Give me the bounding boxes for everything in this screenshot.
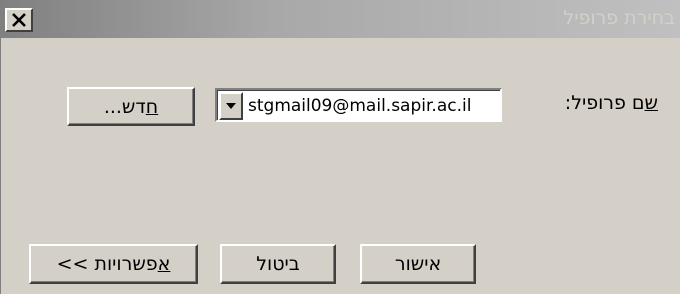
- cancel-button-label: ביטול: [256, 253, 300, 275]
- window-title: בחירת פרופיל: [563, 7, 675, 29]
- chevron-down-icon: [226, 103, 236, 109]
- profile-dialog: בחירת פרופיל שם פרופיל: stgmail09@mail.s…: [0, 0, 680, 294]
- profile-name-label-accel: ש: [644, 92, 658, 114]
- options-button[interactable]: א פשרויות >>: [29, 244, 198, 284]
- new-button-accel: ח: [145, 95, 159, 118]
- profile-name-label-text: ם פרופיל:: [564, 92, 645, 114]
- options-button-label: פשרויות >>: [56, 253, 158, 275]
- close-icon: [12, 13, 26, 27]
- profile-name-label: שם פרופיל:: [565, 92, 658, 114]
- profile-dropdown-button[interactable]: [219, 92, 243, 120]
- new-profile-button[interactable]: ח דש...: [67, 87, 195, 126]
- cancel-button[interactable]: ביטול: [220, 244, 336, 284]
- close-button[interactable]: [5, 8, 33, 32]
- profile-name-select[interactable]: stgmail09@mail.sapir.ac.il: [215, 88, 502, 122]
- profile-name-value: stgmail09@mail.sapir.ac.il: [248, 96, 472, 116]
- options-button-accel: א: [157, 253, 171, 275]
- ok-button-label: אישור: [394, 253, 442, 275]
- ok-button[interactable]: אישור: [360, 244, 476, 284]
- title-bar: בחירת פרופיל: [1, 0, 680, 38]
- profile-name-select-frame: stgmail09@mail.sapir.ac.il: [217, 90, 500, 120]
- new-button-label: דש...: [103, 95, 146, 118]
